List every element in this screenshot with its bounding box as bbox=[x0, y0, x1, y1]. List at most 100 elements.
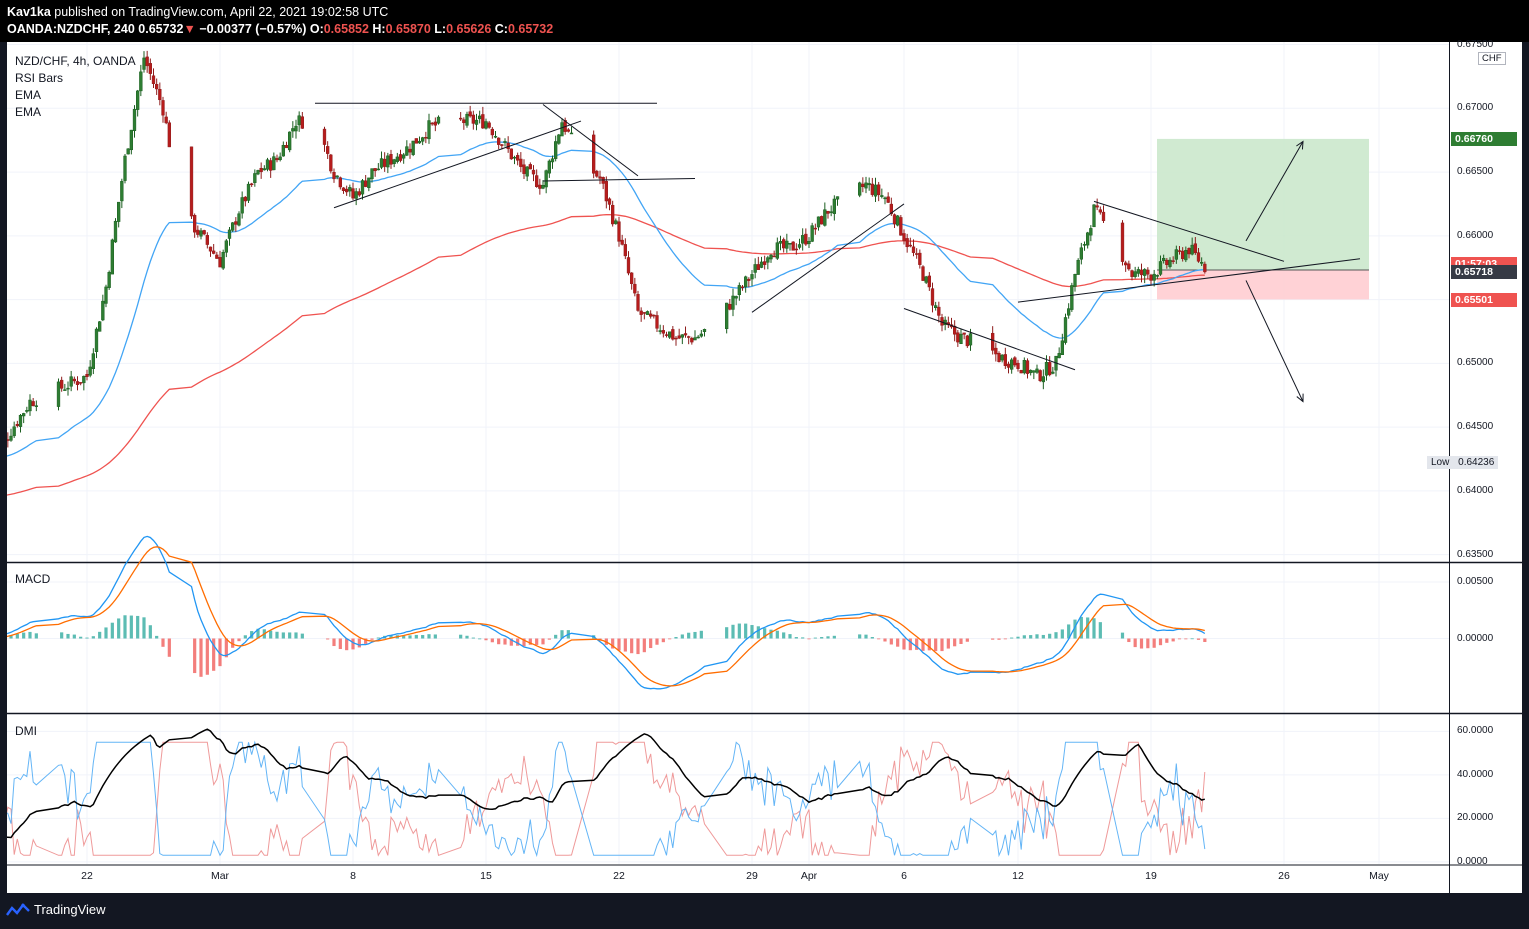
macd-tick-0: 0.00500 bbox=[1457, 575, 1494, 587]
candle-body-98 bbox=[357, 191, 361, 196]
chart-area[interactable]: NZD/CHF, 4h, OANDA RSI Bars EMA EMA MACD… bbox=[7, 39, 1522, 893]
candle-body-263 bbox=[956, 332, 960, 343]
candle-body-179 bbox=[652, 314, 656, 317]
candle-body-149 bbox=[538, 184, 542, 189]
candle-body-160 bbox=[592, 134, 596, 174]
candle-body-116 bbox=[414, 138, 418, 144]
macd-legend[interactable]: MACD bbox=[15, 572, 50, 586]
candle-body-161 bbox=[595, 170, 599, 177]
candle-body-144 bbox=[522, 164, 526, 174]
candle-body-177 bbox=[645, 311, 650, 315]
candle-body-9 bbox=[18, 414, 23, 427]
candle-body-86 bbox=[300, 116, 304, 129]
candle-body-219 bbox=[797, 244, 802, 248]
candle-body-277 bbox=[1019, 369, 1023, 374]
candle-body-245 bbox=[899, 217, 903, 236]
candle-body-190 bbox=[687, 336, 691, 338]
macd-hist-86 bbox=[300, 633, 304, 639]
chart-svg[interactable] bbox=[7, 42, 1522, 893]
candle-body-306 bbox=[1127, 263, 1131, 270]
macd-hist-234 bbox=[864, 634, 868, 639]
macd-hist-318 bbox=[1165, 638, 1169, 643]
candle-body-271 bbox=[1000, 354, 1004, 361]
macd-hist-222 bbox=[807, 638, 811, 640]
macd-hist-136 bbox=[497, 638, 501, 645]
candle-body-11 bbox=[25, 410, 29, 412]
macd-hist-238 bbox=[877, 638, 881, 640]
candle-body-88 bbox=[326, 146, 330, 154]
candle-body-294 bbox=[1073, 274, 1077, 287]
candle-body-73 bbox=[259, 167, 263, 173]
candle-body-221 bbox=[804, 233, 808, 245]
candle-body-14 bbox=[34, 405, 38, 407]
candle-body-136 bbox=[497, 137, 501, 145]
candle-body-87 bbox=[322, 128, 327, 145]
candle-body-140 bbox=[509, 148, 513, 160]
price-tag-0: 0.66760 bbox=[1451, 131, 1517, 146]
macd-hist-182 bbox=[661, 638, 665, 643]
candle-body-124 bbox=[459, 117, 463, 120]
candle-body-131 bbox=[481, 114, 485, 129]
dmi-legend[interactable]: DMI bbox=[15, 724, 37, 738]
candle-body-107 bbox=[386, 155, 390, 168]
candle-body-248 bbox=[908, 244, 912, 247]
last-price: 0.65732 bbox=[138, 22, 184, 36]
candle-body-265 bbox=[962, 332, 966, 335]
legend-rsi-bars[interactable]: RSI Bars bbox=[15, 70, 136, 87]
candle-body-292 bbox=[1067, 308, 1071, 316]
macd-hist-184 bbox=[668, 638, 672, 640]
candle-body-121 bbox=[430, 122, 434, 125]
macd-hist-270 bbox=[997, 638, 1001, 640]
candle-body-19 bbox=[69, 376, 73, 387]
candle-body-211 bbox=[772, 255, 776, 258]
macd-hist-132 bbox=[484, 638, 488, 641]
macd-hist-154 bbox=[554, 634, 558, 639]
candle-body-120 bbox=[427, 120, 431, 140]
candle-body-31 bbox=[107, 272, 111, 288]
candle-body-77 bbox=[272, 156, 276, 171]
legend-title[interactable]: NZD/CHF, 4h, OANDA bbox=[15, 53, 136, 70]
legend-ema-1[interactable]: EMA bbox=[15, 87, 136, 104]
candle-body-278 bbox=[1022, 359, 1026, 374]
candle-body-150 bbox=[541, 185, 545, 189]
close-value: 0.65732 bbox=[507, 22, 554, 36]
candle-body-69 bbox=[246, 183, 251, 201]
macd-hist-202 bbox=[744, 623, 748, 639]
macd-hist-284 bbox=[1041, 634, 1045, 639]
candle-body-194 bbox=[699, 333, 703, 337]
candle-body-309 bbox=[1136, 269, 1140, 274]
candle-body-257 bbox=[937, 306, 941, 316]
candle-body-62 bbox=[224, 240, 228, 253]
macd-hist-14 bbox=[34, 633, 38, 639]
macd-hist-76 bbox=[269, 630, 273, 639]
macd-hist-12 bbox=[28, 631, 32, 639]
macd-hist-152 bbox=[547, 638, 551, 640]
candle-body-238 bbox=[877, 184, 881, 196]
candle-body-208 bbox=[763, 261, 767, 265]
candle-body-27 bbox=[94, 328, 99, 352]
candle-body-58 bbox=[212, 250, 216, 254]
macd-hist-276 bbox=[1016, 636, 1020, 639]
candle-body-326 bbox=[1190, 244, 1194, 255]
macd-hist-178 bbox=[649, 638, 653, 649]
candle-body-224 bbox=[813, 227, 817, 230]
macd-hist-16 bbox=[60, 632, 64, 639]
currency-button[interactable]: CHF bbox=[1478, 52, 1506, 65]
candle-body-125 bbox=[462, 119, 466, 124]
date-tick-11: May bbox=[1369, 870, 1389, 882]
candle-body-228 bbox=[826, 210, 830, 214]
macd-hist-274 bbox=[1010, 637, 1014, 639]
macd-hist-120 bbox=[427, 634, 431, 639]
author-name[interactable]: Kav1ka bbox=[7, 5, 51, 19]
candle-body-286 bbox=[1048, 362, 1052, 376]
macd-hist-38 bbox=[129, 615, 133, 639]
macd-hist-240 bbox=[883, 638, 887, 642]
candle-body-252 bbox=[921, 266, 925, 281]
candle-body-84 bbox=[294, 125, 298, 132]
candle-body-328 bbox=[1196, 252, 1201, 262]
date-tick-0: 22 bbox=[81, 870, 93, 882]
candle-body-330 bbox=[1203, 263, 1207, 273]
candle-body-272 bbox=[1003, 354, 1007, 366]
legend-ema-2[interactable]: EMA bbox=[15, 104, 136, 121]
brand[interactable]: TradingView bbox=[6, 902, 106, 917]
